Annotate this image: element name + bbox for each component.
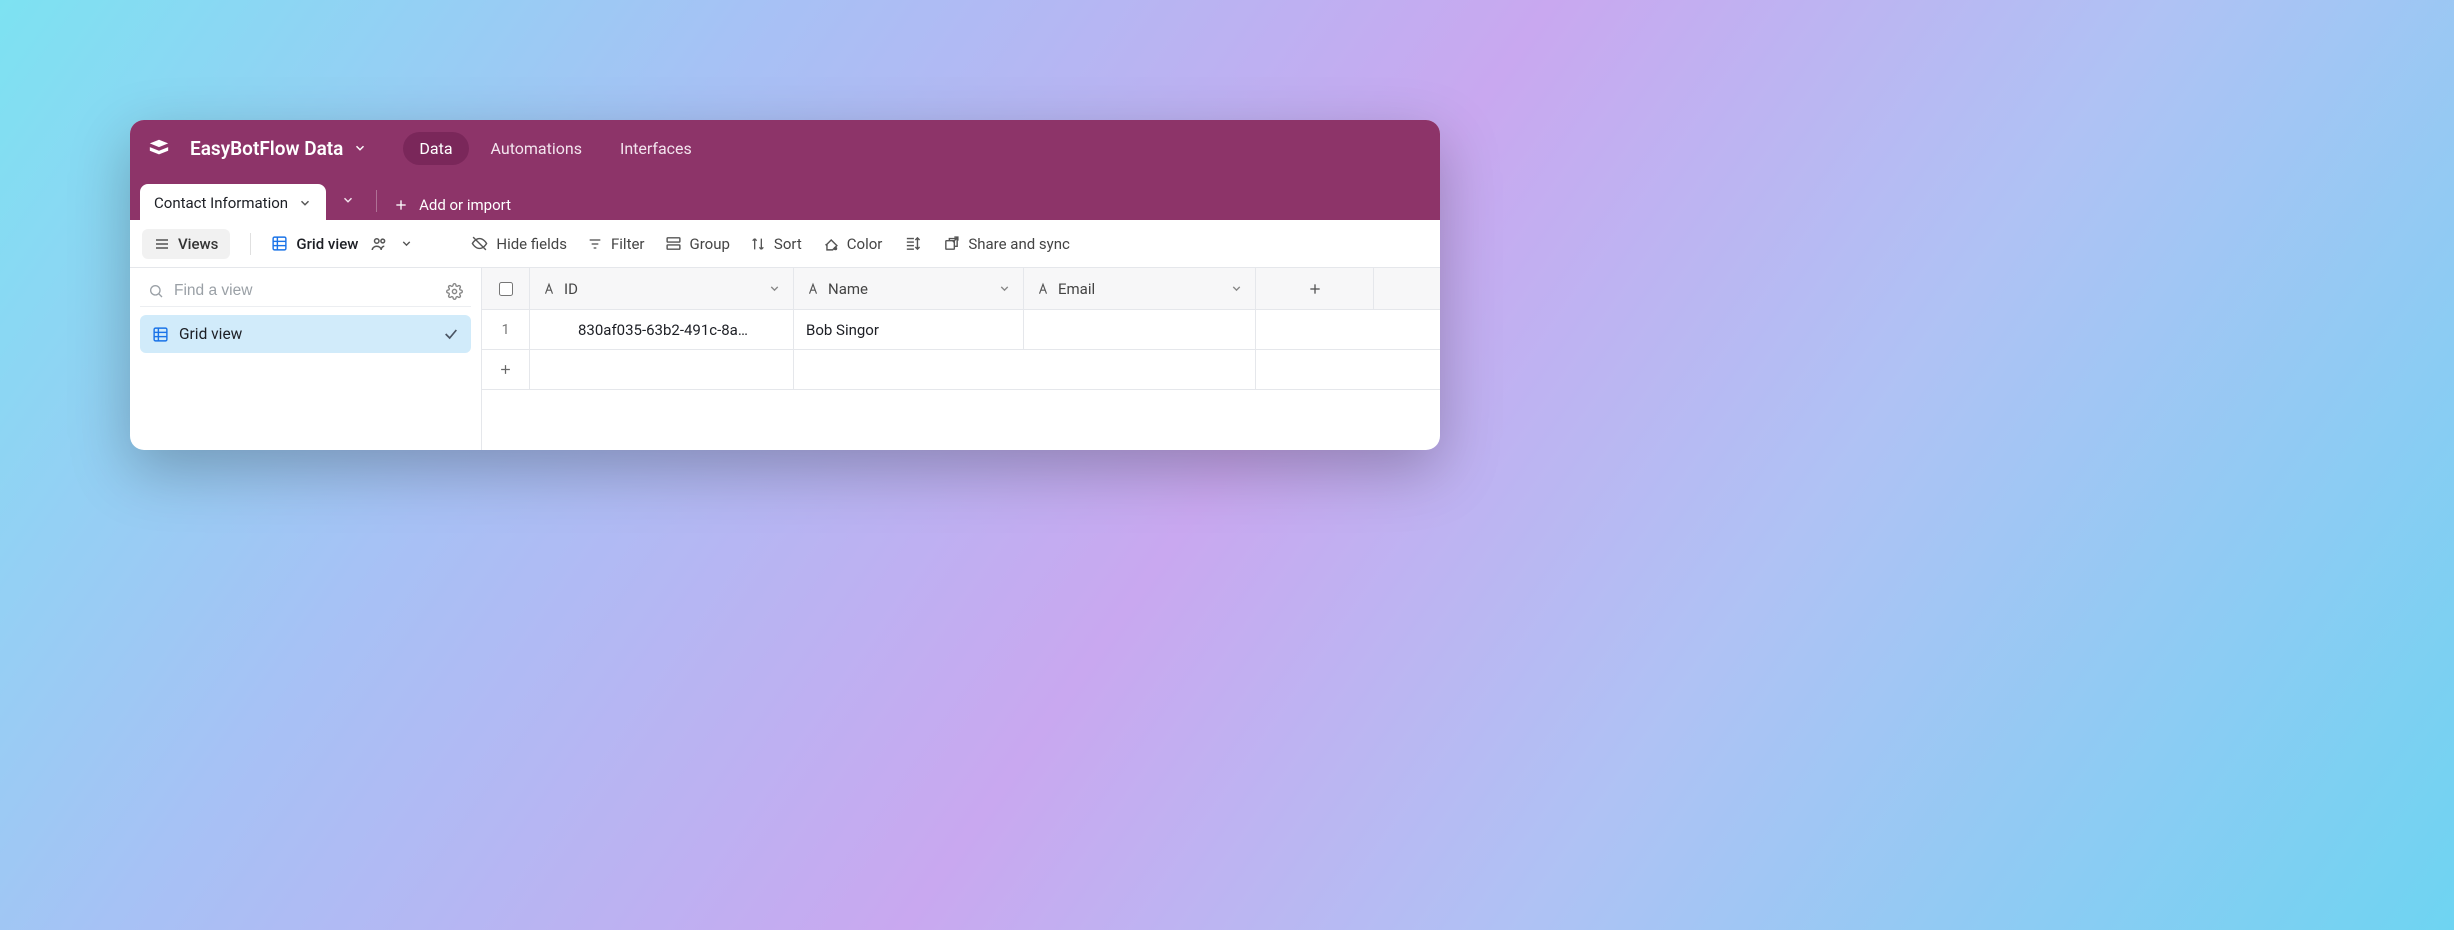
chevron-down-icon — [298, 196, 312, 210]
text-field-icon — [542, 282, 556, 296]
title-bar: EasyBotFlow Data Data Automations Interf… — [130, 120, 1440, 176]
plus-icon — [1307, 281, 1323, 297]
table-tab-active[interactable]: Contact Information — [140, 184, 326, 220]
view-toolbar: Views Grid view Hide fields Filter G — [130, 220, 1440, 268]
select-all-checkbox[interactable] — [482, 268, 530, 309]
gear-icon[interactable] — [446, 283, 463, 300]
find-view-input[interactable] — [174, 282, 436, 300]
share-sync-button[interactable]: Share and sync — [943, 235, 1070, 253]
checkbox[interactable] — [499, 282, 513, 296]
chevron-down-icon[interactable] — [1230, 282, 1243, 295]
collaborators-icon[interactable] — [370, 235, 388, 253]
filter-button[interactable]: Filter — [587, 235, 645, 253]
chevron-down-icon[interactable] — [768, 282, 781, 295]
eye-off-icon — [471, 235, 488, 252]
sidebar-view-item[interactable]: Grid view — [140, 315, 471, 353]
current-view-name[interactable]: Grid view — [271, 235, 413, 253]
plus-icon — [498, 362, 513, 377]
add-or-import-label: Add or import — [419, 196, 511, 214]
app-title-text: EasyBotFlow Data — [190, 137, 343, 160]
app-logo-icon — [148, 137, 170, 159]
nav-tab-interfaces[interactable]: Interfaces — [604, 132, 708, 165]
text-field-icon — [806, 282, 820, 296]
views-button[interactable]: Views — [142, 229, 230, 259]
separator — [376, 190, 377, 212]
empty-cell[interactable] — [794, 350, 1256, 389]
row-height-icon — [904, 235, 921, 252]
table-tab-label: Contact Information — [154, 194, 288, 212]
app-window: EasyBotFlow Data Data Automations Interf… — [130, 120, 1440, 450]
tables-list-dropdown[interactable] — [326, 180, 370, 220]
column-header-email[interactable]: Email — [1024, 268, 1256, 309]
cell-name[interactable]: Bob Singor — [794, 310, 1024, 349]
check-icon — [443, 326, 459, 342]
data-grid: ID Name Email 1 830a — [482, 268, 1440, 450]
content-body: Grid view ID Name — [130, 268, 1440, 450]
cell-email[interactable] — [1024, 310, 1256, 349]
app-title[interactable]: EasyBotFlow Data — [190, 137, 367, 160]
add-row-button[interactable] — [482, 350, 530, 389]
chevron-down-icon — [353, 141, 367, 155]
share-icon — [943, 235, 960, 252]
table-row[interactable]: 1 830af035-63b2-491c-8a… Bob Singor — [482, 310, 1440, 350]
text-field-icon — [1036, 282, 1050, 296]
grid-header-row: ID Name Email — [482, 268, 1440, 310]
nav-tab-automations[interactable]: Automations — [475, 132, 598, 165]
nav-tab-data[interactable]: Data — [403, 132, 468, 165]
add-column-button[interactable] — [1256, 268, 1374, 309]
paint-bucket-icon — [822, 235, 839, 252]
chevron-down-icon — [341, 193, 355, 207]
chevron-down-icon[interactable] — [400, 237, 413, 250]
empty-cell[interactable] — [530, 350, 794, 389]
table-tab-bar: Contact Information Add or import — [130, 176, 1440, 220]
plus-icon — [393, 197, 409, 213]
row-number[interactable]: 1 — [482, 310, 530, 349]
group-icon — [665, 235, 682, 252]
row-height-button[interactable] — [902, 235, 923, 252]
sort-button[interactable]: Sort — [750, 235, 802, 253]
separator — [250, 233, 251, 255]
grid-icon — [271, 235, 288, 252]
column-header-name[interactable]: Name — [794, 268, 1024, 309]
chevron-down-icon[interactable] — [998, 282, 1011, 295]
menu-icon — [154, 236, 170, 252]
views-sidebar: Grid view — [130, 268, 482, 450]
cell-id[interactable]: 830af035-63b2-491c-8a… — [530, 310, 794, 349]
group-button[interactable]: Group — [665, 235, 730, 253]
add-row[interactable] — [482, 350, 1440, 390]
nav-tabs: Data Automations Interfaces — [403, 132, 707, 165]
find-view-row — [140, 276, 471, 307]
sidebar-view-label: Grid view — [179, 325, 242, 343]
sort-icon — [750, 236, 766, 252]
column-header-id[interactable]: ID — [530, 268, 794, 309]
hide-fields-button[interactable]: Hide fields — [471, 235, 567, 253]
color-button[interactable]: Color — [822, 235, 883, 253]
grid-icon — [152, 326, 169, 343]
filter-icon — [587, 236, 603, 252]
search-icon — [148, 283, 164, 299]
add-or-import-button[interactable]: Add or import — [383, 196, 521, 220]
